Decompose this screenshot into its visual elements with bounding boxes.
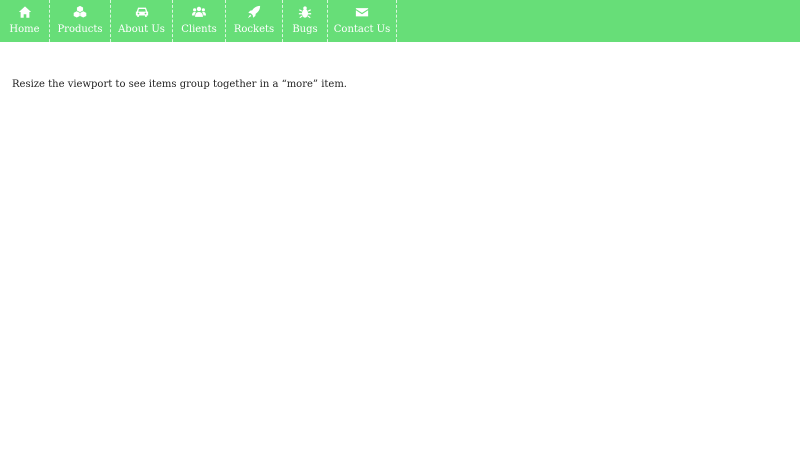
nav-label-home: Home xyxy=(9,24,40,35)
main-navbar: Home Products About Us Clients Rockets B… xyxy=(0,0,800,42)
home-icon xyxy=(18,5,32,19)
bug-icon xyxy=(298,5,312,19)
envelope-icon xyxy=(355,5,369,19)
nav-label-products: Products xyxy=(57,24,103,35)
nav-label-clients: Clients xyxy=(181,24,217,35)
nav-label-contact-us: Contact Us xyxy=(333,24,391,35)
car-icon xyxy=(135,5,149,19)
cubes-icon xyxy=(73,5,87,19)
nav-item-contact-us[interactable]: Contact Us xyxy=(328,0,397,42)
instruction-text: Resize the viewport to see items group t… xyxy=(12,79,347,90)
nav-item-rockets[interactable]: Rockets xyxy=(226,0,283,42)
nav-item-products[interactable]: Products xyxy=(50,0,111,42)
users-icon xyxy=(192,5,206,19)
nav-label-rockets: Rockets xyxy=(233,24,275,35)
nav-item-home[interactable]: Home xyxy=(0,0,50,42)
nav-label-bugs: Bugs xyxy=(292,24,318,35)
rocket-icon xyxy=(247,5,261,19)
nav-item-bugs[interactable]: Bugs xyxy=(283,0,328,42)
nav-item-about-us[interactable]: About Us xyxy=(111,0,173,42)
nav-label-about-us: About Us xyxy=(118,24,165,35)
nav-item-clients[interactable]: Clients xyxy=(173,0,226,42)
